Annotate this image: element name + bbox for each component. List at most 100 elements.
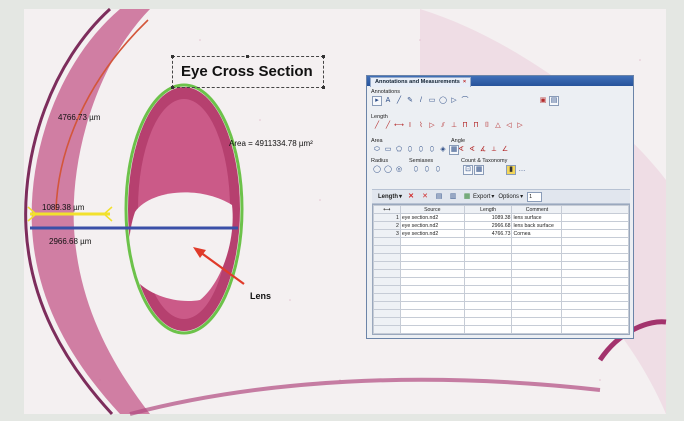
section-count-taxonomy: Count & Taxonomy	[461, 158, 508, 164]
pen-icon[interactable]: ✎	[405, 96, 415, 106]
image-title: Eye Cross Section	[181, 63, 313, 80]
table-row-empty	[373, 301, 629, 310]
column-header[interactable]: Comment	[511, 205, 563, 214]
section-radius: Radius	[371, 158, 389, 164]
polygon-icon[interactable]: ▷	[449, 96, 459, 106]
column-header[interactable]: Length	[463, 205, 513, 214]
cell-source: eye section.nd2	[399, 213, 465, 222]
table-row-empty	[373, 325, 629, 334]
measurement-toolbar: Length ▾ ✕ ✕ ▤ ▥ ▦ Export ▾ Options ▾ 1	[372, 189, 630, 204]
cell-length: 2966.68	[463, 221, 513, 230]
title-box-handle[interactable]	[171, 86, 174, 89]
radius-circle-icon[interactable]: ◯	[372, 165, 382, 175]
cell-comment[interactable]: Cornea	[511, 229, 563, 238]
tab-annotations-measurements[interactable]: Annotations and Measurements ×	[370, 77, 472, 87]
vertical-length-icon[interactable]: Ι	[405, 121, 415, 131]
arrow-length-icon[interactable]: ▷	[427, 121, 437, 131]
table-row-empty	[373, 237, 629, 246]
table-row[interactable]: 2 eye section.nd2 2966.68 lens back surf…	[373, 221, 629, 230]
semiaxes-icon[interactable]: ⬯	[411, 165, 421, 175]
angle-4-icon[interactable]: ⟂	[489, 145, 499, 155]
count-toolbar: ⊡ ▦	[463, 165, 484, 175]
arrow-left-icon[interactable]: ◁	[504, 121, 514, 131]
tab-label: Annotations and Measurements	[375, 79, 460, 85]
angle-3-icon[interactable]: ∡	[478, 145, 488, 155]
title-box-handle[interactable]	[322, 86, 325, 89]
title-box-handle[interactable]	[322, 55, 325, 58]
delete-all-icon[interactable]: ✕	[406, 192, 416, 202]
measurements-table[interactable]: ⟷ Source Length Comment 1 eye section.nd…	[372, 204, 630, 335]
pointer-icon[interactable]: ▸	[372, 96, 382, 106]
ellipse-icon[interactable]: ◯	[438, 96, 448, 106]
title-box-handle[interactable]	[171, 55, 174, 58]
cell-source: eye section.nd2	[399, 229, 465, 238]
angle-toolbar: ∢ ∢ ∡ ⟂ ∠	[456, 145, 510, 155]
perpendicular-icon[interactable]: ⊥	[449, 121, 459, 131]
angle-icon[interactable]: ∢	[456, 145, 466, 155]
close-tab-icon[interactable]: ×	[463, 79, 466, 85]
triangle-length-icon[interactable]: △	[493, 121, 503, 131]
area-polygon-icon[interactable]: ⬠	[394, 145, 404, 155]
semiaxes-2-icon[interactable]: ⬯	[422, 165, 432, 175]
properties-icon[interactable]: ▤	[549, 96, 559, 106]
double-length-icon[interactable]: Π	[460, 121, 470, 131]
page-spin-input[interactable]: 1	[527, 191, 543, 202]
delete-annotation-icon[interactable]: ▣	[538, 96, 548, 106]
options-label: Options	[498, 193, 520, 200]
more-icon[interactable]: …	[517, 165, 527, 175]
polyline-length-icon[interactable]: ⌇	[416, 121, 426, 131]
semiaxes-3-icon[interactable]: ⬯	[433, 165, 443, 175]
table-row-empty	[373, 261, 629, 270]
area-freehand-icon[interactable]: ⬯	[405, 145, 415, 155]
section-annotations: Annotations	[371, 89, 401, 95]
line-icon[interactable]: ╱	[394, 96, 404, 106]
table-row[interactable]: 1 eye section.nd2 1089.38 lens surface	[373, 213, 629, 222]
arrow-right-icon[interactable]: ▷	[515, 121, 525, 131]
chart-icon[interactable]: ▥	[448, 192, 458, 202]
angle-2-icon[interactable]: ∢	[467, 145, 477, 155]
section-area: Area	[371, 138, 383, 144]
polyline-icon[interactable]: ⌒	[460, 96, 470, 106]
length-tool-icon[interactable]: ╱	[372, 121, 382, 131]
angle-5-icon[interactable]: ∠	[500, 145, 510, 155]
area-auto-icon[interactable]: ⬯	[416, 145, 426, 155]
column-sort-icon[interactable]: ⟷	[373, 205, 401, 214]
highlight-icon[interactable]: ▮	[506, 165, 516, 175]
copy-icon[interactable]: ▤	[434, 192, 444, 202]
length-2-icon[interactable]: ╱	[383, 121, 393, 131]
count-icon[interactable]: ⊡	[463, 165, 473, 175]
table-row-empty	[373, 245, 629, 254]
text-icon[interactable]: A	[383, 96, 393, 106]
export-button[interactable]: ▦ Export ▾	[462, 192, 495, 202]
rectangle-icon[interactable]: ▭	[427, 96, 437, 106]
parallel-icon[interactable]: ⫽	[438, 121, 448, 131]
area-ellipse-icon[interactable]: ⬭	[372, 145, 382, 155]
area-fill-icon[interactable]: ◈	[438, 145, 448, 155]
table-row-empty	[373, 293, 629, 302]
length-mode-label: Length	[378, 193, 398, 200]
title-box-handle[interactable]	[246, 55, 249, 58]
radius-circle-2-icon[interactable]: ◯	[383, 165, 393, 175]
triple-length-icon[interactable]: Π	[471, 121, 481, 131]
area-rect-icon[interactable]: ▭	[383, 145, 393, 155]
cell-empty	[561, 213, 629, 222]
cell-comment[interactable]: lens back surface	[511, 221, 563, 230]
straight-line-icon[interactable]: /	[416, 96, 426, 106]
section-angle: Angle	[451, 138, 466, 144]
delete-selected-icon[interactable]: ✕	[420, 192, 430, 202]
cell-comment[interactable]: lens surface	[511, 213, 563, 222]
box-length-icon[interactable]: ⌷	[482, 121, 492, 131]
column-header[interactable]: Source	[399, 205, 465, 214]
table-header-row: ⟷ Source Length Comment	[373, 205, 629, 214]
horizontal-length-icon[interactable]: ⟷	[394, 121, 404, 131]
options-button[interactable]: Options ▾	[498, 193, 524, 201]
table-row[interactable]: 3 eye section.nd2 4766.73 Cornea	[373, 229, 629, 238]
length-mode-dropdown[interactable]: Length ▾	[378, 193, 402, 201]
cornea-length-label: 4766.73 µm	[58, 113, 101, 122]
annotation-toolbar: ▸ A ╱ ✎ / ▭ ◯ ▷ ⌒	[372, 96, 470, 106]
area-wand-icon[interactable]: ⬯	[427, 145, 437, 155]
taxonomy-icon[interactable]: ▦	[474, 165, 484, 175]
page-spin-value: 1	[529, 193, 533, 200]
chevron-down-icon: ▾	[520, 194, 524, 200]
radius-circle-3-icon[interactable]: ◎	[394, 165, 404, 175]
